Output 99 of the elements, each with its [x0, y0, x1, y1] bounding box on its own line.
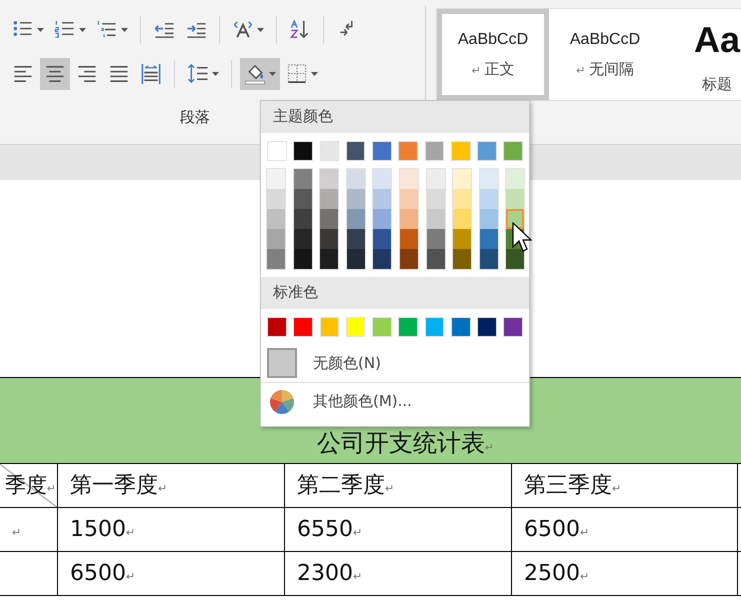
align-center-icon [44, 63, 66, 85]
color-swatch[interactable] [400, 229, 418, 249]
color-swatch[interactable] [372, 317, 392, 337]
color-swatch[interactable] [293, 317, 313, 337]
color-swatch[interactable] [503, 317, 524, 337]
color-swatch[interactable] [477, 141, 497, 161]
align-left-icon [12, 63, 34, 85]
color-swatch[interactable] [453, 169, 472, 189]
color-swatch[interactable] [346, 249, 365, 269]
color-swatch[interactable] [373, 189, 392, 209]
color-swatch[interactable] [400, 249, 418, 269]
table-cell: 6500↵ [58, 552, 284, 596]
color-swatch[interactable] [480, 169, 498, 189]
color-swatch[interactable] [320, 169, 338, 189]
color-swatch[interactable] [426, 229, 445, 249]
color-swatch[interactable] [320, 209, 338, 229]
justify-icon [108, 63, 130, 85]
color-swatch[interactable] [294, 229, 312, 249]
color-swatch[interactable] [294, 249, 312, 269]
color-swatch[interactable] [373, 249, 392, 269]
color-swatch[interactable] [506, 249, 524, 269]
color-swatch[interactable] [294, 209, 312, 229]
line-spacing-icon [187, 63, 209, 85]
color-swatch[interactable] [398, 317, 418, 337]
color-swatch[interactable] [320, 229, 338, 249]
color-swatch[interactable] [453, 189, 472, 209]
color-swatch[interactable] [267, 209, 285, 229]
color-swatch[interactable] [320, 317, 340, 337]
distributed-icon [140, 63, 162, 85]
empty-swatch-icon [267, 348, 297, 378]
header-cell: 第二季度↵ [284, 464, 512, 508]
color-swatch[interactable] [480, 249, 498, 269]
color-swatch[interactable] [400, 189, 418, 209]
color-swatch[interactable] [267, 169, 285, 189]
paint-bucket-icon [244, 63, 266, 85]
color-swatch[interactable] [320, 249, 338, 269]
paint-bucket-button[interactable] [240, 58, 280, 90]
color-swatch[interactable] [453, 249, 472, 269]
color-swatch[interactable] [267, 317, 287, 337]
color-swatch[interactable] [372, 141, 392, 161]
style-item[interactable]: AaBbCcD ↵ 正文 [437, 9, 549, 100]
menu-heading: 标准色 [261, 277, 529, 309]
color-swatch[interactable] [346, 169, 365, 189]
color-swatch[interactable] [346, 229, 365, 249]
table-cell: 2300↵ [284, 552, 512, 596]
color-swatch[interactable] [294, 169, 312, 189]
color-swatch[interactable] [506, 189, 524, 209]
color-swatch[interactable] [267, 229, 285, 249]
color-swatch[interactable] [480, 189, 498, 209]
color-swatch[interactable] [426, 249, 445, 269]
header-cell: 季度↵ [0, 464, 58, 508]
align-center-button[interactable] [40, 58, 70, 90]
color-swatch[interactable] [320, 189, 338, 209]
color-swatch[interactable] [320, 141, 340, 161]
color-swatch[interactable] [426, 209, 445, 229]
table-cell: 2500↵ [512, 552, 738, 596]
color-swatch[interactable] [450, 317, 471, 337]
color-swatch[interactable] [267, 189, 285, 209]
color-swatch[interactable] [294, 189, 312, 209]
color-swatch[interactable] [373, 229, 392, 249]
no-color-item[interactable]: 无颜色(N) [261, 344, 529, 382]
color-swatch[interactable] [424, 317, 444, 337]
color-swatch[interactable] [503, 141, 524, 161]
color-swatch[interactable] [506, 169, 524, 189]
color-swatch[interactable] [267, 249, 285, 269]
align-right-icon [76, 63, 98, 85]
color-swatch[interactable] [346, 189, 365, 209]
color-swatch[interactable] [426, 189, 445, 209]
color-swatch[interactable] [398, 141, 418, 161]
color-swatch[interactable] [346, 141, 366, 161]
color-swatch[interactable] [426, 169, 445, 189]
color-swatch[interactable] [373, 169, 392, 189]
color-swatch[interactable] [346, 209, 365, 229]
header-cell: 第一季度↵ [58, 464, 284, 508]
borders-icon [286, 63, 308, 85]
color-swatch[interactable] [293, 141, 313, 161]
table-title: 公司开支统计表↵ [316, 428, 494, 459]
color-swatch[interactable] [400, 169, 418, 189]
menu-heading: 主题颜色 [261, 101, 529, 133]
color-swatch[interactable] [506, 209, 524, 229]
group-label: 段落 [180, 107, 210, 128]
color-swatch[interactable] [400, 209, 418, 229]
color-swatch[interactable] [424, 141, 444, 161]
color-swatch[interactable] [477, 317, 497, 337]
color-swatch[interactable] [480, 209, 498, 229]
more-colors-item[interactable]: 其他颜色(M)... [261, 382, 529, 420]
table-cell: 6500↵ [512, 508, 738, 552]
header-cell: 第三季度↵ [512, 464, 738, 508]
sort-icon [289, 19, 311, 41]
table-cell: 6550↵ [284, 508, 512, 552]
color-swatch[interactable] [453, 229, 472, 249]
table-cell: 1500↵ [58, 508, 284, 552]
color-swatch[interactable] [373, 209, 392, 229]
color-swatch[interactable] [450, 141, 471, 161]
color-swatch[interactable] [346, 317, 366, 337]
color-swatch[interactable] [453, 209, 472, 229]
table-cell: ↵ [0, 508, 58, 552]
color-swatch[interactable] [480, 229, 498, 249]
color-swatch[interactable] [267, 141, 287, 161]
